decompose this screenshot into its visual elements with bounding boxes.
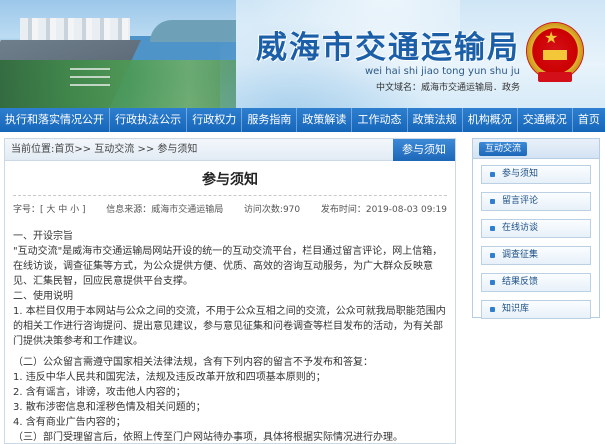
article-paragraph: 3. 散布涉密信息和淫秽色情及相关问题的； xyxy=(13,402,206,413)
banner-cars xyxy=(70,66,110,92)
nav-item-law-enforcement[interactable]: 行政执法公示 xyxy=(109,108,186,132)
nav-item-policies-regulations[interactable]: 政策法规 xyxy=(406,108,462,132)
sidebar-header: 互动交流 xyxy=(473,139,599,159)
article-paragraph: （二）公众留言需遵守国家相关法律法规，含有下列内容的留言不予发布和答复： xyxy=(13,357,373,368)
square-bullet-icon xyxy=(490,199,495,204)
article-paragraph: （三）部门受理留言后，依照上传至门户网站待办事项，具体将根据实际情况进行办理。 xyxy=(13,432,403,443)
article-paragraph: 2. 含有谣言，诽谤，攻击他人内容的； xyxy=(13,387,186,398)
nav-item-work-news[interactable]: 工作动态 xyxy=(351,108,406,132)
info-source: 信息来源：威海市交通运输局 xyxy=(106,205,224,215)
sidebar-item-knowledge-base[interactable]: 知识库 xyxy=(481,300,591,319)
nav-item-implementation[interactable]: 执行和落实情况公开 xyxy=(0,108,109,132)
sidebar-item-label: 知识库 xyxy=(502,304,530,314)
square-bullet-icon xyxy=(490,307,495,312)
sidebar-item-participation-notice[interactable]: 参与须知 xyxy=(481,165,591,184)
article-paragraph: 4. 含有商业广告内容的； xyxy=(13,417,126,428)
nav-item-organization[interactable]: 机构概况 xyxy=(461,108,517,132)
sidebar-item-label: 调查征集 xyxy=(502,250,539,260)
sidebar: 互动交流 参与须知 留言评论 在线访谈 调查征集 结果反馈 知识库 xyxy=(472,138,600,319)
square-bullet-icon xyxy=(490,172,495,177)
nav-item-policy-interpretation[interactable]: 政策解读 xyxy=(296,108,351,132)
sidebar-item-label: 在线访谈 xyxy=(502,223,539,233)
article-paragraph: 1. 违反中华人民共和国宪法，法规及违反改革开放和四项基本原则的； xyxy=(13,372,326,383)
square-bullet-icon xyxy=(490,226,495,231)
national-emblem-icon: ★ xyxy=(526,22,584,84)
main-content: 当前位置:首页>> 互动交流 >> 参与须知 参与须知 参与须知 字号：[ 大 … xyxy=(4,138,456,444)
content-tab-label: 参与须知 xyxy=(393,139,455,161)
sidebar-item-label: 结果反馈 xyxy=(502,277,539,287)
sidebar-item-survey[interactable]: 调查征集 xyxy=(481,246,591,265)
sidebar-list: 参与须知 留言评论 在线访谈 调查征集 结果反馈 知识库 xyxy=(473,159,599,319)
publish-date: 发布时间：2019-08-03 09:19 xyxy=(320,205,447,215)
breadcrumb[interactable]: 当前位置:首页>> 互动交流 >> 参与须知 xyxy=(11,139,197,161)
site-title-pinyin: wei hai shi jiao tong yun shu ju xyxy=(364,66,520,77)
content-header: 当前位置:首页>> 互动交流 >> 参与须知 参与须知 xyxy=(5,139,455,161)
font-size-switch[interactable]: 字号：[ 大 中 小 ] xyxy=(13,202,85,215)
sidebar-item-online-interview[interactable]: 在线访谈 xyxy=(481,219,591,238)
main-nav: 执行和落实情况公开 行政执法公示 行政权力 服务指南 政策解读 工作动态 政策法… xyxy=(0,108,605,132)
banner-trees xyxy=(0,60,236,108)
sidebar-item-comments[interactable]: 留言评论 xyxy=(481,192,591,211)
banner-photo xyxy=(0,0,236,108)
article-paragraph: 1. 本栏目仅用于本网站与公众之间的交流，不用于公众互相之间的交流，公众可就我局… xyxy=(13,306,446,347)
nav-item-traffic-overview[interactable]: 交通概况 xyxy=(516,108,572,132)
nav-item-home[interactable]: 首页 xyxy=(571,108,605,132)
article-paragraph: 一、开设宗旨 xyxy=(13,231,73,242)
article-paragraph: 二、使用说明 xyxy=(13,291,73,302)
nav-item-admin-power[interactable]: 行政权力 xyxy=(186,108,241,132)
square-bullet-icon xyxy=(490,253,495,258)
sidebar-item-feedback[interactable]: 结果反馈 xyxy=(481,273,591,292)
chinese-domain-name: 中文域名：威海市交通运输局．政务 xyxy=(375,83,520,93)
article-body: 一、开设宗旨 "互动交流"是威海市交通运输局网站开设的统一的互动交流平台，栏目通… xyxy=(13,229,447,443)
view-count: 访问次数:970 xyxy=(243,205,301,215)
site-title: 威海市交通运输局 xyxy=(256,30,520,66)
nav-item-service-guide[interactable]: 服务指南 xyxy=(241,108,296,132)
article-paragraph: "互动交流"是威海市交通运输局网站开设的统一的互动交流平台，栏目通过留言评论，网… xyxy=(13,246,443,287)
sidebar-title: 互动交流 xyxy=(479,142,528,156)
sidebar-item-label: 参与须知 xyxy=(502,169,539,179)
sidebar-item-label: 留言评论 xyxy=(502,196,539,206)
article-meta: 字号：[ 大 中 小 ] 信息来源：威海市交通运输局 访问次数:970 发布时间… xyxy=(13,195,447,215)
square-bullet-icon xyxy=(490,280,495,285)
page-title: 参与须知 xyxy=(202,172,258,188)
site-banner: 威海市交通运输局 wei hai shi jiao tong yun shu j… xyxy=(0,0,605,108)
